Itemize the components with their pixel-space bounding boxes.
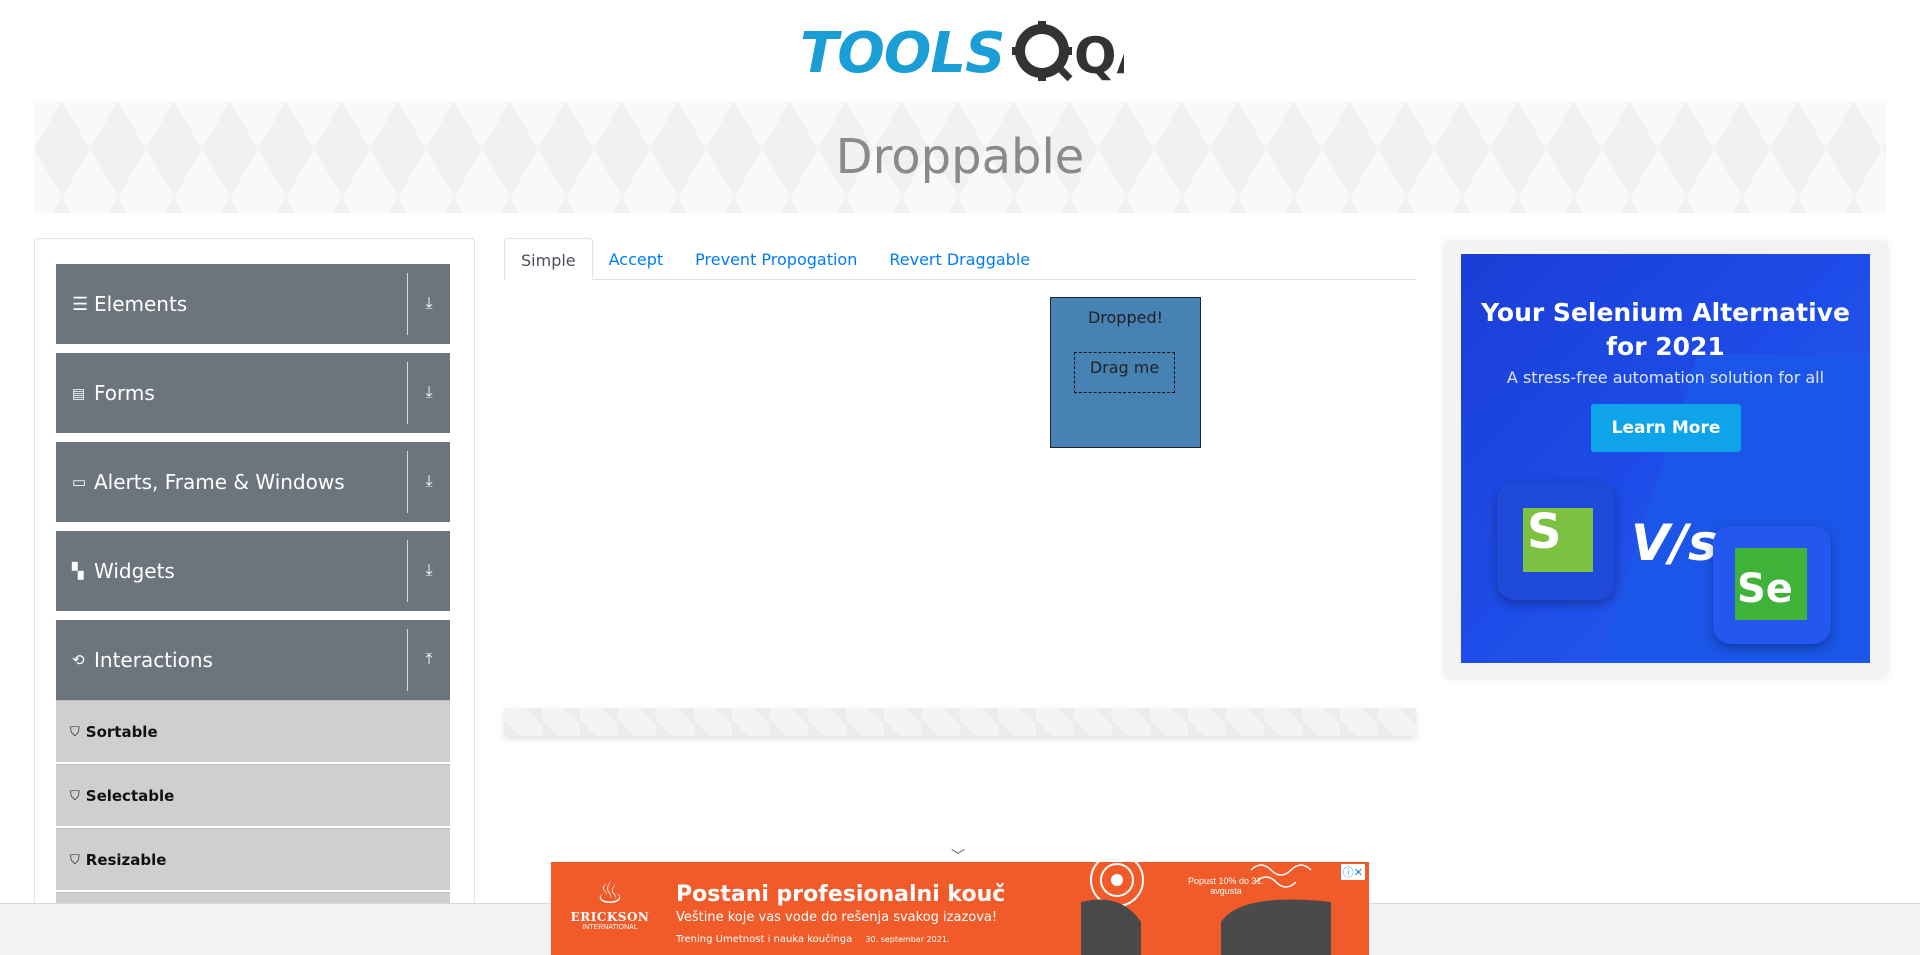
expand-arrow-icon[interactable]: ⤓ (408, 562, 450, 580)
training-date: 30. septembar 2021. (865, 935, 950, 944)
sidebar-item-label: Resizable (85, 850, 167, 869)
logo-suffix: QA (1074, 27, 1124, 85)
erickson-logo: ♨ ERICKSON INTERNATIONAL (565, 877, 655, 932)
droppable-text: Dropped! (1087, 308, 1164, 327)
katalon-logo: S (1497, 482, 1615, 600)
learn-more-button[interactable]: Learn More (1591, 404, 1741, 452)
ad-subline: Veštine koje vas vode do rešenja svakog … (676, 910, 998, 925)
ad-title-line: Your Selenium Alternative (1481, 298, 1850, 327)
sidebar-group-widgets[interactable]: ▚ Widgets ⤓ (56, 531, 450, 611)
tab-accept[interactable]: Accept (593, 238, 680, 280)
collapse-arrow-icon[interactable]: ⤒ (408, 651, 450, 669)
left-navigation-panel: ☰ Elements ⤓ ▤ Forms ⤓ ▭ Alerts, Frame &… (34, 238, 475, 955)
ad-title-line: for 2021 (1606, 332, 1725, 361)
toolsqa-logo[interactable]: TOOLS QA (800, 14, 1124, 92)
logo-letter: S (1527, 504, 1562, 560)
droppable-tabs: Simple Accept Prevent Propogation Revert… (504, 238, 1416, 280)
widgets-icon: ▚ (72, 563, 84, 580)
sidebar-item-label: Selectable (85, 786, 175, 805)
sidebar-group-label: Elements (94, 292, 188, 316)
form-icon: ▤ (72, 384, 86, 401)
tab-revert-draggable[interactable]: Revert Draggable (873, 238, 1046, 280)
brand-sub: INTERNATIONAL (582, 924, 638, 931)
page-header-banner: Droppable (34, 101, 1886, 213)
logo-letter: Se (1737, 566, 1793, 612)
interactions-icon: ⟲ (72, 652, 85, 669)
sidebar-item-label: Sortable (85, 722, 158, 741)
sidebar-group-alerts-frame-windows[interactable]: ▭ Alerts, Frame & Windows ⤓ (56, 442, 450, 522)
flame-icon: ♨ (596, 877, 624, 910)
sidebar-group-label: Interactions (94, 648, 213, 672)
ad-banner[interactable]: Your Selenium Alternative for 2021 A str… (1461, 254, 1870, 663)
training-text: Trening Umetnost i nauka koučinga (676, 934, 853, 945)
ad-title: Your Selenium Alternative for 2021 (1461, 296, 1870, 364)
html5-icon: ⛉ (70, 787, 80, 803)
sidebar-item-selectable[interactable]: ⛉ Selectable (56, 764, 450, 826)
html5-icon: ⛉ (70, 723, 80, 739)
html5-icon: ⛉ (70, 851, 80, 867)
ad-subtitle: A stress-free automation solution for al… (1506, 368, 1825, 387)
sidebar-group-interactions[interactable]: ⟲ Interactions ⤒ (56, 620, 450, 700)
logo-text: TOOLS (800, 20, 1005, 86)
draggable-box[interactable]: Drag me (1074, 352, 1175, 393)
footer-pattern-strip (504, 708, 1416, 736)
tab-prevent-propogation[interactable]: Prevent Propogation (679, 238, 873, 280)
sidebar-item-sortable[interactable]: ⛉ Sortable (56, 700, 450, 762)
right-advertisement[interactable]: Your Selenium Alternative for 2021 A str… (1445, 242, 1887, 677)
sidebar-group-forms[interactable]: ▤ Forms ⤓ (56, 353, 450, 433)
sidebar-item-resizable[interactable]: ⛉ Resizable (56, 828, 450, 890)
expand-arrow-icon[interactable]: ⤓ (408, 473, 450, 491)
expand-arrow-icon[interactable]: ⤓ (408, 384, 450, 402)
hamburger-icon: ☰ (72, 293, 89, 314)
ad-headline: Postani profesionalni kouč (676, 882, 1006, 907)
window-icon: ▭ (72, 474, 87, 491)
promo-text: Popust 10% do 31. avgusta (1187, 876, 1265, 896)
bottom-advertisement[interactable]: ♨ ERICKSON INTERNATIONAL Postani profesi… (551, 862, 1369, 955)
sidebar-group-label: Alerts, Frame & Windows (94, 470, 345, 494)
tab-simple[interactable]: Simple (504, 238, 593, 280)
sidebar-group-label: Forms (94, 381, 155, 405)
sidebar-group-elements[interactable]: ☰ Elements ⤓ (56, 264, 450, 344)
ad-close-icon[interactable]: ⓘ✕ (1340, 864, 1365, 880)
gear-magnifier-icon: QA (1012, 21, 1124, 85)
expand-arrow-icon[interactable]: ⤓ (408, 295, 450, 313)
versus-text: V/s (1631, 514, 1718, 572)
page-title: Droppable (835, 129, 1085, 185)
selenium-logo: Se (1713, 526, 1831, 644)
ad-training: Trening Umetnost i nauka koučinga 30. se… (676, 934, 949, 945)
brand-name: ERICKSON (570, 910, 650, 924)
sidebar-group-label: Widgets (94, 559, 175, 583)
